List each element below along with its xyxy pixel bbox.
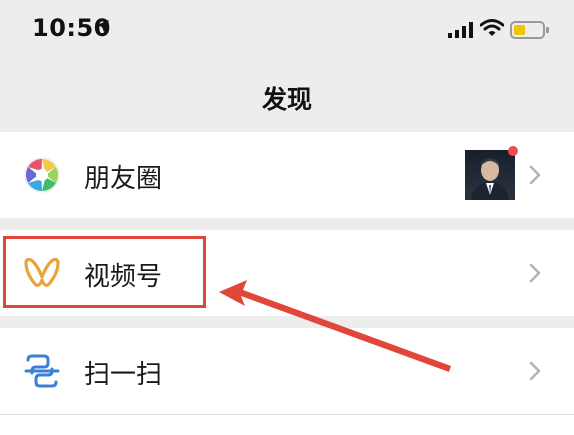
battery-icon: [510, 21, 549, 39]
avatar: [465, 150, 515, 200]
scan-icon: [24, 354, 60, 388]
chevron-right-icon: [529, 165, 541, 185]
location-arrow-icon: [97, 20, 109, 32]
highlight-box: [3, 236, 206, 308]
menu-item-label: 扫一扫: [84, 360, 163, 390]
chevron-right-icon: [529, 361, 541, 381]
menu-item-next: [0, 414, 574, 435]
menu-item-moments[interactable]: 朋友圈: [0, 132, 574, 218]
menu-item-label: 朋友圈: [84, 164, 163, 194]
cellular-signal-icon: [448, 22, 473, 38]
status-bar: 10:50: [0, 0, 574, 62]
wifi-icon: [480, 19, 504, 36]
moments-icon: [24, 157, 60, 193]
arrow-annotation: [219, 280, 451, 372]
chevron-right-icon: [529, 263, 541, 283]
page-title: 发现: [261, 85, 312, 114]
notification-dot: [508, 146, 518, 156]
